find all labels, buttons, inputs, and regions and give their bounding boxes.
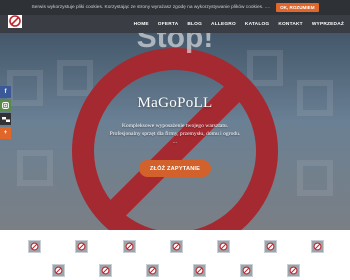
no-image-icon [289, 266, 298, 275]
site-header: HOME OFERTA BLOG ALLEGRO KATALOG KONTAKT… [0, 14, 350, 33]
instagram-icon[interactable] [0, 99, 11, 111]
product-thumbnail[interactable] [311, 240, 324, 253]
site-logo[interactable] [8, 14, 22, 28]
delicious-icon[interactable] [0, 113, 11, 125]
product-thumbnail[interactable] [193, 264, 206, 277]
hero-tagline-3: ... [172, 139, 178, 145]
cookie-accept-button[interactable]: OK, ROZUMIEM [276, 3, 319, 12]
product-thumbnail[interactable] [75, 240, 88, 253]
product-thumbnail[interactable] [217, 240, 230, 253]
no-image-icon [195, 266, 204, 275]
product-thumbnail[interactable] [146, 264, 159, 277]
cookie-message: Serwis wykorzystuje pliki cookies. Korzy… [31, 5, 271, 10]
no-image-icon [77, 242, 86, 251]
no-image-icon [172, 242, 181, 251]
product-thumbnail[interactable] [264, 240, 277, 253]
no-image-icon [125, 242, 134, 251]
no-image-icon [313, 242, 322, 251]
nav-item-home[interactable]: HOME [134, 22, 149, 27]
no-image-icon [266, 242, 275, 251]
no-image-icon [101, 266, 110, 275]
nav-item-allegro[interactable]: ALLEGRO [211, 22, 236, 27]
product-thumbnail[interactable] [99, 264, 112, 277]
product-thumbnail[interactable] [170, 240, 183, 253]
nav-item-wyprzedaz[interactable]: WYPRZEDAŻ [312, 22, 344, 27]
hero-tagline-1: Kompleksowe wyposażenie twojego warsztat… [121, 123, 229, 129]
product-thumbnail[interactable] [123, 240, 136, 253]
nav-item-katalog[interactable]: KATALOG [245, 22, 269, 27]
main-nav: HOME OFERTA BLOG ALLEGRO KATALOG KONTAKT… [134, 15, 344, 33]
plus-icon[interactable]: + [0, 127, 11, 139]
thumbnail-strip [0, 230, 350, 280]
product-thumbnail[interactable] [28, 240, 41, 253]
product-thumbnail[interactable] [287, 264, 300, 277]
no-image-icon [148, 266, 157, 275]
request-quote-button[interactable]: ZŁÓŻ ZAPYTANIE [139, 160, 211, 177]
facebook-icon[interactable]: f [0, 86, 11, 98]
product-thumbnail[interactable] [240, 264, 253, 277]
no-image-icon [219, 242, 228, 251]
nav-item-blog[interactable]: BLOG [187, 22, 202, 27]
nav-item-kontakt[interactable]: KONTAKT [278, 22, 303, 27]
logo-icon [8, 14, 22, 28]
nav-item-oferta[interactable]: OFERTA [158, 22, 179, 27]
no-image-icon [242, 266, 251, 275]
hero-section: Stop! MaGoPoLL Kompleksowe wyposażenie t… [0, 33, 350, 230]
hero-tagline-2: Profesjonalny sprzęt dla firmy, przemysł… [109, 131, 241, 137]
hero-title: MaGoPoLL [137, 95, 213, 111]
cookie-bar: Serwis wykorzystuje pliki cookies. Korzy… [0, 0, 350, 15]
no-image-icon [30, 242, 39, 251]
product-thumbnail[interactable] [52, 264, 65, 277]
no-image-icon [54, 266, 63, 275]
